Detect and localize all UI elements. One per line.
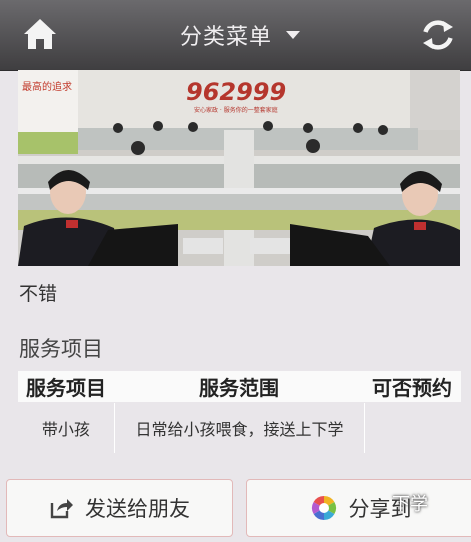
top-bar: 分类菜单	[0, 0, 471, 71]
table-header: 服务项目 服务范围 可否预约	[18, 371, 461, 402]
section-title: 服务项目	[19, 337, 103, 361]
header-service-scope: 服务范围	[199, 376, 279, 400]
wall-slogan: 最高的追求	[22, 80, 72, 93]
logo-number: 962999	[186, 78, 286, 106]
share-moments-icon	[311, 495, 337, 521]
home-icon[interactable]	[22, 16, 58, 52]
service-photo: 最高的追求 962999 安心家政 · 服务你的一整套家庭	[18, 70, 460, 266]
share-button[interactable]: 分享到	[246, 479, 471, 537]
caret-down-icon	[286, 31, 300, 39]
overlay-text: 下学	[392, 494, 428, 515]
logo-sub: 安心家政 · 服务你的一整套家庭	[194, 106, 278, 114]
category-menu-dropdown[interactable]: 分类菜单	[150, 0, 330, 70]
description-text: 不错	[19, 283, 58, 305]
page-title: 分类菜单	[179, 25, 272, 50]
send-to-friend-button[interactable]: 发送给朋友	[6, 479, 233, 537]
send-to-friend-label: 发送给朋友	[85, 497, 190, 521]
header-service-item: 服务项目	[26, 376, 106, 400]
service-table: 服务项目 服务范围 可否预约 带小孩 日常给小孩喂食，接送上下学	[18, 371, 461, 453]
refresh-icon[interactable]	[418, 15, 458, 55]
header-bookable: 可否预约	[372, 376, 452, 400]
cell-bookable	[365, 403, 461, 453]
cell-service-item: 带小孩	[18, 403, 115, 453]
cell-service-scope: 日常给小孩喂食，接送上下学	[115, 403, 366, 453]
share-arrow-icon	[49, 497, 73, 519]
table-row: 带小孩 日常给小孩喂食，接送上下学	[18, 403, 461, 453]
